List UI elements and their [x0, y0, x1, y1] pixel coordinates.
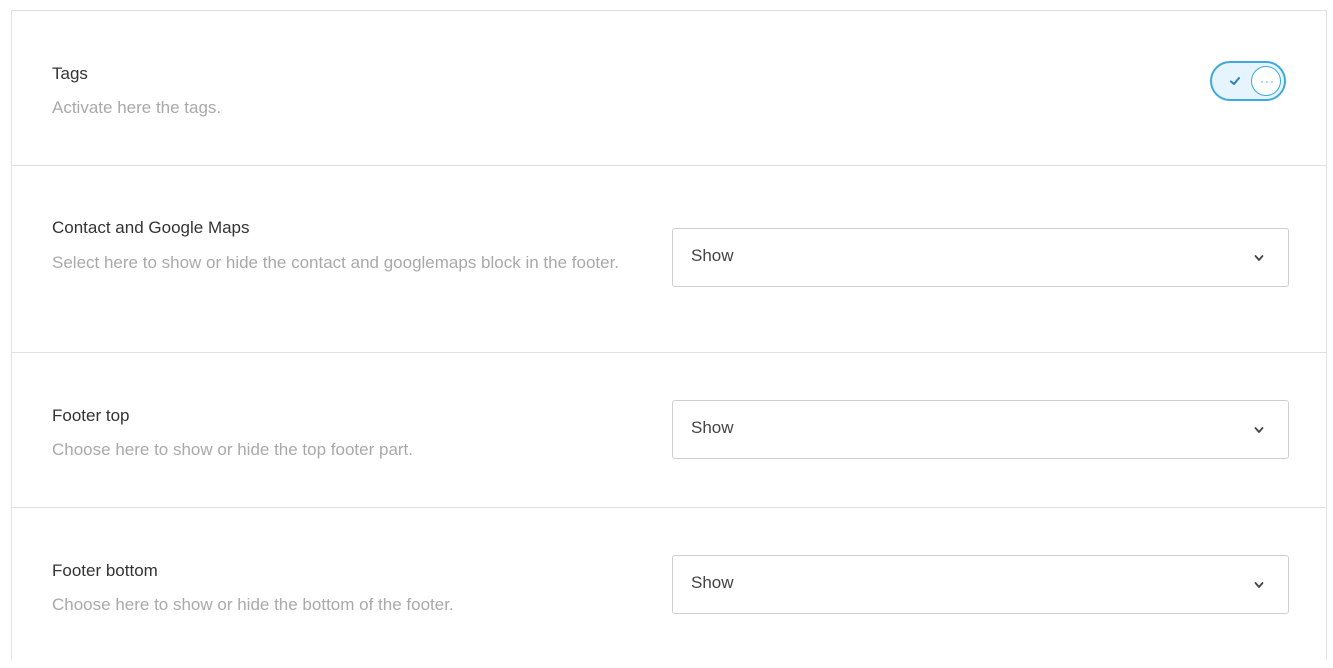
chevron-down-icon [1254, 582, 1264, 588]
setting-title-tags: Tags [52, 64, 88, 83]
toggle-knob [1251, 66, 1281, 96]
footer-top-select[interactable]: Show [672, 400, 1289, 459]
ellipsis-icon [1261, 81, 1273, 83]
setting-description-tags: Activate here the tags. [52, 98, 222, 117]
setting-title-footer-top: Footer top [52, 406, 130, 425]
setting-row-contact-maps: Contact and Google Maps Select here to s… [12, 166, 1326, 353]
footer-bottom-select[interactable]: Show [672, 555, 1289, 614]
setting-description-contact-maps: Select here to show or hide the contact … [52, 253, 620, 272]
setting-title-contact-maps: Contact and Google Maps [52, 218, 250, 237]
setting-row-footer-bottom: Footer bottom Choose here to show or hid… [12, 508, 1326, 668]
tags-toggle[interactable] [1210, 61, 1286, 101]
chevron-down-icon [1254, 255, 1264, 261]
settings-panel: Tags Activate here the tags. Contact and… [11, 10, 1327, 660]
setting-title-footer-bottom: Footer bottom [52, 561, 158, 580]
setting-row-tags: Tags Activate here the tags. [12, 11, 1326, 166]
select-value: Show [691, 573, 734, 592]
setting-description-footer-top: Choose here to show or hide the top foot… [52, 440, 414, 459]
setting-description-footer-bottom: Choose here to show or hide the bottom o… [52, 595, 454, 614]
check-icon [1230, 77, 1240, 85]
chevron-down-icon [1254, 427, 1264, 433]
select-value: Show [691, 246, 734, 265]
contact-maps-select[interactable]: Show [672, 228, 1289, 287]
select-value: Show [691, 418, 734, 437]
setting-row-footer-top: Footer top Choose here to show or hide t… [12, 353, 1326, 508]
